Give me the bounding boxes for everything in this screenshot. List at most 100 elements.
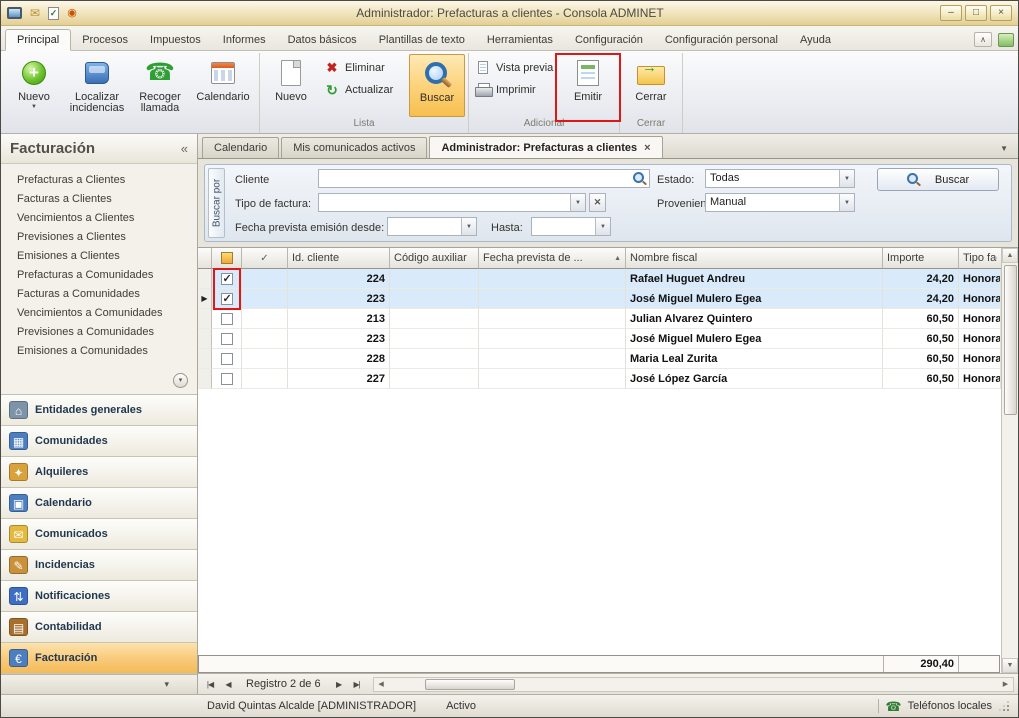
chevron-down-icon[interactable]: ▼	[570, 194, 585, 211]
sidebar-item-vencimientos-a-clientes[interactable]: Vencimientos a Clientes	[1, 209, 197, 228]
sidebar-item-prefacturas-a-clientes[interactable]: Prefacturas a Clientes	[1, 171, 197, 190]
eliminar-button[interactable]: ✖ Eliminar	[321, 60, 407, 75]
proveniente-select[interactable]: Manual ▼	[705, 193, 855, 212]
scroll-right-icon[interactable]: ▶	[998, 680, 1013, 688]
column-header-codigo-auxiliar[interactable]: Código auxiliar	[390, 248, 479, 269]
resize-grip[interactable]	[998, 700, 1010, 712]
first-record-button[interactable]: |◀	[202, 676, 218, 692]
maximize-button[interactable]: □	[965, 5, 987, 21]
select-all-checkbox-cell[interactable]	[212, 248, 242, 269]
vscroll-thumb[interactable]	[1004, 265, 1017, 415]
ribbon-tab-procesos[interactable]: Procesos	[71, 30, 139, 50]
buscar-filter-button[interactable]: Buscar	[877, 168, 999, 191]
configure-buttons-icon[interactable]: ▾	[164, 679, 169, 690]
table-row-2[interactable]: ▶223José Miguel Mulero Egea24,20Honora	[198, 289, 1001, 309]
sidebar-item-emisiones-a-clientes[interactable]: Emisiones a Clientes	[1, 247, 197, 266]
ribbon-tab-principal[interactable]: Principal	[5, 29, 71, 51]
table-row-3[interactable]: 213Julian Alvarez Quintero60,50Honora	[198, 309, 1001, 329]
row-checkbox[interactable]	[221, 313, 233, 325]
sidebar-section-calendario[interactable]: ▣Calendario	[1, 488, 197, 519]
collapse-ribbon-icon[interactable]: ∧	[974, 32, 992, 47]
chevron-down-icon[interactable]: ▼	[839, 194, 854, 211]
sidebar-item-emisiones-a-comunidades[interactable]: Emisiones a Comunidades	[1, 342, 197, 361]
hscroll-thumb[interactable]	[425, 679, 515, 690]
ribbon-tab-informes[interactable]: Informes	[212, 30, 277, 50]
row-checkbox[interactable]	[221, 333, 233, 345]
chevron-down-icon[interactable]: ▼	[839, 170, 854, 187]
tab-mis-comunicados-activos[interactable]: Mis comunicados activos	[281, 137, 427, 158]
prev-record-button[interactable]: ◀	[220, 676, 236, 692]
row-checkbox-cell[interactable]	[212, 349, 242, 369]
table-row-6[interactable]: 227José López García60,50Honora	[198, 369, 1001, 389]
cliente-input-field[interactable]	[319, 170, 633, 187]
ribbon-tab-impuestos[interactable]: Impuestos	[139, 30, 212, 50]
cliente-input[interactable]	[318, 169, 650, 188]
sidebar-section-comunicados[interactable]: ✉Comunicados	[1, 519, 197, 550]
row-checkbox-cell[interactable]	[212, 309, 242, 329]
cerrar-button[interactable]: Cerrar	[623, 54, 679, 117]
ribbon-tab-datos-basicos[interactable]: Datos básicos	[277, 30, 368, 50]
tipo-factura-select[interactable]: ▼	[318, 193, 586, 212]
chevron-down-icon[interactable]: ▼	[595, 218, 610, 235]
emitir-button[interactable]: Emitir	[560, 54, 616, 117]
calendario-button[interactable]: Calendario	[190, 54, 256, 117]
row-checkbox-cell[interactable]	[212, 289, 242, 309]
table-row-4[interactable]: 223José Miguel Mulero Egea60,50Honora	[198, 329, 1001, 349]
row-checkbox[interactable]	[221, 293, 233, 305]
imprimir-button[interactable]: Imprimir	[472, 82, 558, 97]
minimize-button[interactable]: –	[940, 5, 962, 21]
scroll-up-icon[interactable]: ▲	[1002, 248, 1018, 263]
table-row-1[interactable]: 224Rafael Huguet Andreu24,20Honora	[198, 269, 1001, 289]
sidebar-item-previsiones-a-clientes[interactable]: Previsiones a Clientes	[1, 228, 197, 247]
sidebar-item-prefacturas-a-comunidades[interactable]: Prefacturas a Comunidades	[1, 266, 197, 285]
sidebar-section-comunidades[interactable]: ▦Comunidades	[1, 426, 197, 457]
sidebar-section-entidades-generales[interactable]: ⌂Entidades generales	[1, 395, 197, 426]
localizar-incidencias-button[interactable]: Localizar incidencias	[64, 54, 130, 117]
record-icon[interactable]: ◉	[64, 6, 80, 20]
sidebar-section-notificaciones[interactable]: ⇅Notificaciones	[1, 581, 197, 612]
mail-icon[interactable]: ✉	[27, 6, 43, 20]
tab-calendario[interactable]: Calendario	[202, 137, 279, 158]
table-row-5[interactable]: 228Maria Leal Zurita60,50Honora	[198, 349, 1001, 369]
ribbon-tab-ayuda[interactable]: Ayuda	[789, 30, 842, 50]
hasta-select[interactable]: ▼	[531, 217, 611, 236]
cliente-search-icon[interactable]	[633, 172, 647, 186]
ribbon-tab-plantillas-de-texto[interactable]: Plantillas de texto	[368, 30, 476, 50]
vertical-scrollbar[interactable]: ▲ ▼	[1001, 248, 1018, 673]
fecha-desde-select[interactable]: ▼	[387, 217, 477, 236]
column-header-tipo-fact[interactable]: Tipo fact	[959, 248, 1001, 269]
nuevo-button[interactable]: Nuevo	[263, 54, 319, 117]
tab-administrador-prefacturas-a-clientes[interactable]: Administrador: Prefacturas a clientes×	[429, 136, 662, 158]
ribbon-tab-configuracion[interactable]: Configuración	[564, 30, 654, 50]
column-header-id-cliente[interactable]: Id. cliente	[288, 248, 390, 269]
tab-list-dropdown-icon[interactable]: ▼	[1000, 144, 1014, 158]
column-header-nombre-fiscal[interactable]: Nombre fiscal	[626, 248, 883, 269]
clear-tipo-factura-icon[interactable]: ✕	[589, 193, 606, 212]
select-all-checkbox[interactable]	[221, 252, 233, 264]
next-record-button[interactable]: ▶	[331, 676, 347, 692]
chevron-down-icon[interactable]: ▼	[461, 218, 476, 235]
close-tab-icon[interactable]: ×	[644, 142, 650, 154]
help-icon[interactable]	[998, 33, 1014, 47]
sidebar-item-previsiones-a-comunidades[interactable]: Previsiones a Comunidades	[1, 323, 197, 342]
horizontal-scrollbar[interactable]: ◀ ▶	[373, 677, 1014, 692]
estado-select[interactable]: Todas ▼	[705, 169, 855, 188]
ribbon-tab-configuracion-personal[interactable]: Configuración personal	[654, 30, 789, 50]
row-checkbox-cell[interactable]	[212, 369, 242, 389]
vista-previa-button[interactable]: Vista previa	[472, 60, 558, 75]
collapse-sidebar-icon[interactable]: «	[181, 141, 188, 156]
console-icon[interactable]	[7, 7, 22, 19]
column-header-importe[interactable]: Importe	[883, 248, 959, 269]
row-checkbox-cell[interactable]	[212, 329, 242, 349]
row-checkbox[interactable]	[221, 273, 233, 285]
row-checkbox[interactable]	[221, 353, 233, 365]
tasks-icon[interactable]: ✓	[48, 7, 59, 20]
column-header-fecha-prevista-de[interactable]: Fecha prevista de ...▲	[479, 248, 626, 269]
actualizar-button[interactable]: ↻ Actualizar	[321, 82, 407, 98]
buscar-button[interactable]: Buscar	[409, 54, 465, 117]
nuevo-menu-button[interactable]: + Nuevo ▼	[6, 54, 62, 117]
row-checkbox[interactable]	[221, 373, 233, 385]
row-checkbox-cell[interactable]	[212, 269, 242, 289]
sidebar-section-incidencias[interactable]: ✎Incidencias	[1, 550, 197, 581]
close-button[interactable]: ×	[990, 5, 1012, 21]
